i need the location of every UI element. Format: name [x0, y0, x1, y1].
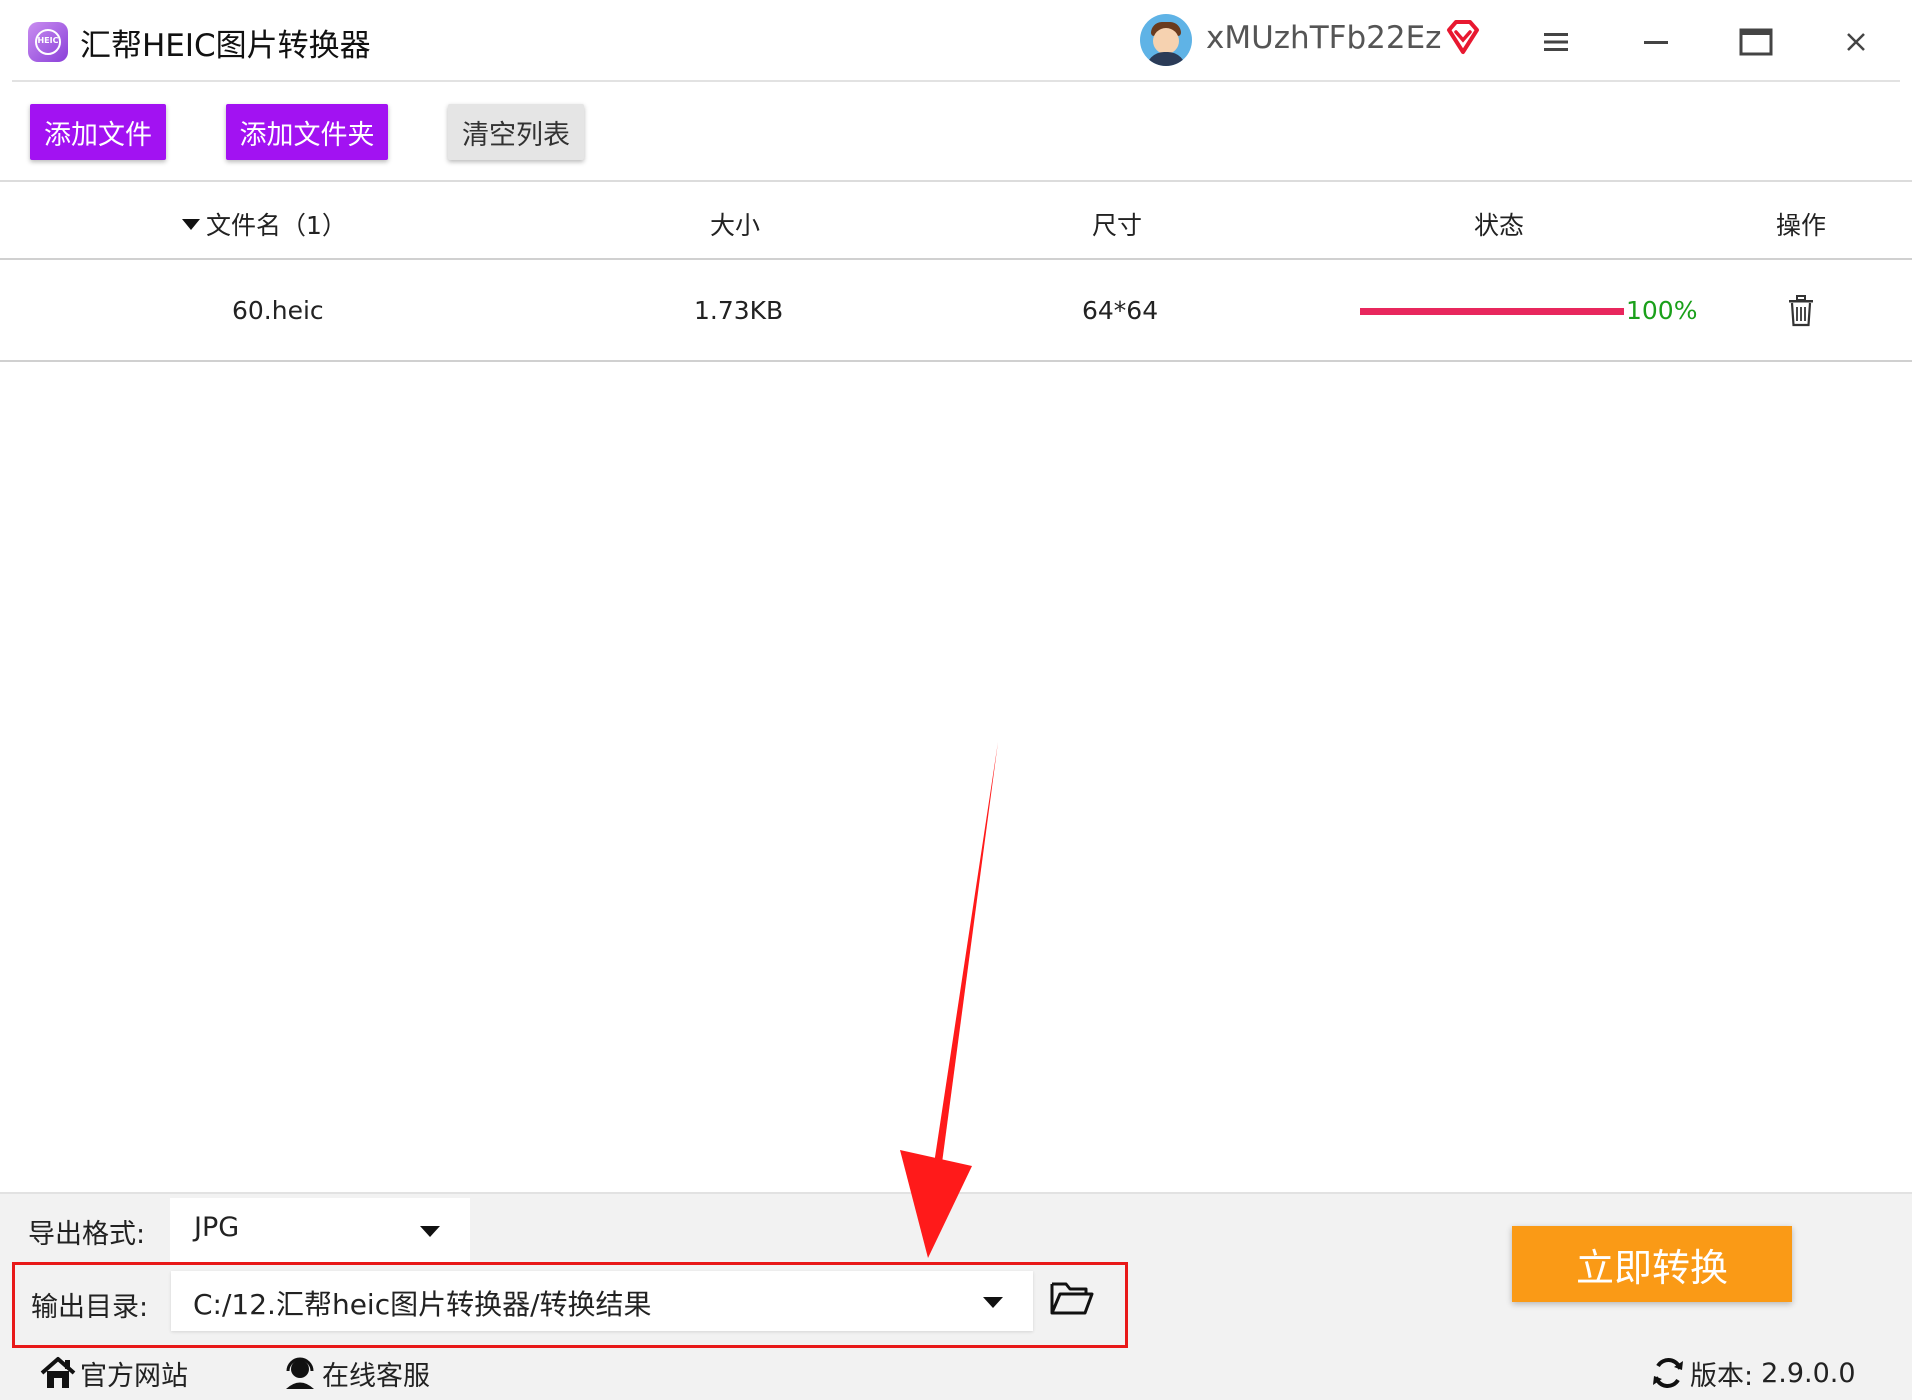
export-format-value: JPG [194, 1212, 240, 1243]
column-label-filename: 文件名（1） [206, 211, 347, 240]
official-website-link[interactable]: 官方网站 [40, 1348, 188, 1398]
add-file-button[interactable]: 添加文件 [30, 104, 166, 160]
add-folder-button[interactable]: 添加文件夹 [226, 104, 388, 160]
toolbar: 添加文件 添加文件夹 清空列表 [0, 82, 1912, 182]
export-format-select[interactable]: JPG [170, 1198, 470, 1262]
maximize-icon[interactable] [1734, 20, 1778, 64]
refresh-icon [1653, 1358, 1683, 1388]
version-label: 版本: [1690, 1360, 1754, 1392]
file-size: 1.73KB [694, 296, 784, 325]
version-info[interactable]: 版本: 2.9.0.0 [1650, 1348, 1856, 1398]
title-bar: HEIC 汇帮HEIC图片转换器 xMUzhTFb22Ez [0, 0, 1912, 82]
progress-percent: 100% [1626, 296, 1698, 325]
online-support-link[interactable]: 在线客服 [282, 1348, 430, 1398]
progress-fill [1360, 308, 1624, 315]
close-icon[interactable] [1834, 20, 1878, 64]
output-dir-value: C:/12.汇帮heic图片转换器/转换结果 [193, 1288, 652, 1321]
chevron-down-icon [983, 1297, 1003, 1308]
bottom-panel: 导出格式: JPG 输出目录: C:/12.汇帮heic图片转换器/转换结果 立… [0, 1192, 1912, 1400]
home-icon [40, 1357, 76, 1388]
trash-icon[interactable] [1786, 294, 1816, 328]
app-title: 汇帮HEIC图片转换器 [80, 28, 371, 64]
column-header-actions: 操作 [1776, 211, 1827, 240]
folder-open-icon[interactable] [1049, 1279, 1095, 1317]
official-website-label: 官方网站 [80, 1360, 188, 1392]
user-avatar-icon[interactable] [1140, 14, 1192, 66]
chevron-down-icon [420, 1226, 440, 1237]
minimize-icon[interactable] [1634, 20, 1678, 64]
app-logo-icon: HEIC [28, 22, 68, 62]
column-header-filename[interactable]: 文件名（1） [182, 206, 347, 242]
sort-caret-icon [182, 219, 200, 230]
username[interactable]: xMUzhTFb22Ez [1206, 20, 1441, 56]
convert-now-button[interactable]: 立即转换 [1512, 1226, 1792, 1302]
menu-icon[interactable] [1534, 20, 1578, 64]
output-dir-label: 输出目录: [31, 1292, 149, 1323]
table-row[interactable]: 60.heic 1.73KB 64*64 100% [0, 262, 1912, 362]
app-logo-text: HEIC [37, 36, 59, 45]
headset-icon [286, 1357, 314, 1389]
column-header-status: 状态 [1474, 211, 1525, 240]
progress-bar [1360, 308, 1624, 315]
export-format-label: 导出格式: [28, 1219, 146, 1250]
column-header-size: 大小 [710, 211, 761, 240]
file-name: 60.heic [232, 296, 324, 325]
column-header-dimensions: 尺寸 [1092, 211, 1143, 240]
version-value: 2.9.0.0 [1761, 1357, 1856, 1389]
table-header: 文件名（1） 大小 尺寸 状态 操作 [0, 182, 1912, 260]
file-dimensions: 64*64 [1082, 296, 1159, 325]
clear-list-button[interactable]: 清空列表 [448, 104, 584, 160]
online-support-label: 在线客服 [322, 1360, 430, 1392]
file-list-empty-area [0, 364, 1912, 1192]
output-dir-select[interactable]: C:/12.汇帮heic图片转换器/转换结果 [171, 1271, 1033, 1331]
output-dir-highlight: 输出目录: C:/12.汇帮heic图片转换器/转换结果 [12, 1262, 1128, 1348]
vip-diamond-icon[interactable] [1444, 18, 1482, 56]
